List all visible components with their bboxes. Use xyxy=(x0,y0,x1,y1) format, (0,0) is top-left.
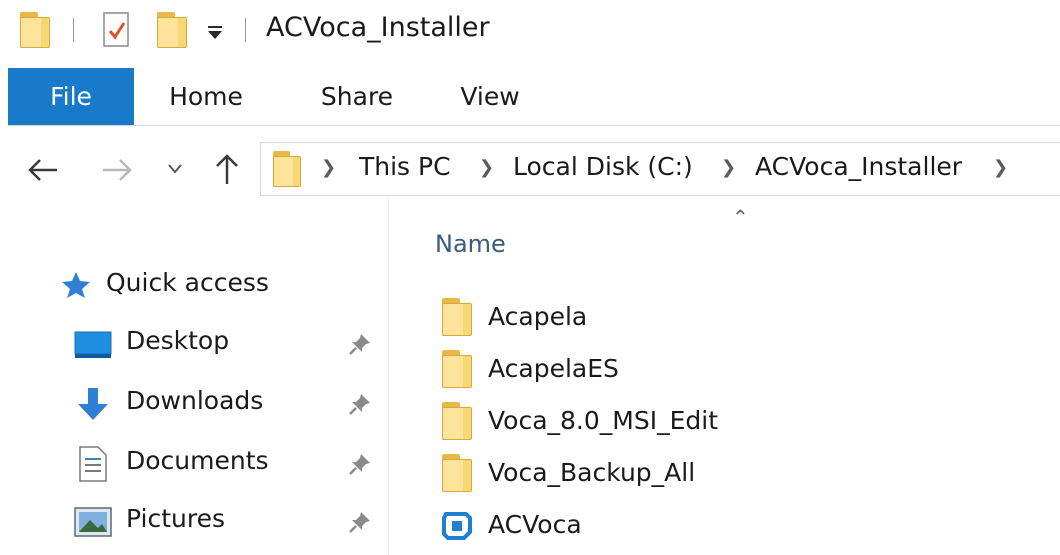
sidebar-item-pictures[interactable]: Pictures xyxy=(60,498,380,546)
desktop-icon xyxy=(74,331,112,358)
sidebar-item-label: Downloads xyxy=(126,386,264,415)
sort-ascending-icon[interactable]: ⌃ xyxy=(732,205,749,229)
breadcrumb-current-folder[interactable]: ACVoca_Installer xyxy=(755,152,962,181)
file-name: AcapelaES xyxy=(488,354,619,383)
tab-view[interactable]: View xyxy=(438,68,542,126)
list-item[interactable]: ACVoca xyxy=(434,504,1034,550)
sidebar-item-label: Pictures xyxy=(126,504,225,533)
file-name: Acapela xyxy=(488,302,588,331)
list-item[interactable]: Voca_Backup_All xyxy=(434,452,1034,498)
back-arrow-icon[interactable] xyxy=(26,155,60,185)
address-bar[interactable]: ❯ This PC ❯ Local Disk (C:) ❯ ACVoca_Ins… xyxy=(260,142,1060,196)
properties-icon[interactable] xyxy=(102,12,132,48)
breadcrumb-this-pc[interactable]: This PC xyxy=(359,152,451,181)
new-folder-icon[interactable] xyxy=(157,12,187,48)
folder-icon xyxy=(442,350,472,388)
sidebar-item-desktop[interactable]: Desktop xyxy=(60,320,380,368)
breadcrumb-chevron-icon[interactable]: ❯ xyxy=(993,157,1008,178)
sidebar-item-documents[interactable]: Documents xyxy=(60,440,380,488)
folder-icon xyxy=(442,298,472,336)
toolbar-separator xyxy=(73,18,74,42)
address-folder-icon xyxy=(273,151,301,187)
breadcrumb-chevron-icon[interactable]: ❯ xyxy=(721,157,736,178)
pin-icon[interactable] xyxy=(348,452,372,476)
pin-icon[interactable] xyxy=(348,332,372,356)
customize-toolbar-icon[interactable] xyxy=(206,24,224,42)
tab-home[interactable]: Home xyxy=(148,68,264,126)
tab-share[interactable]: Share xyxy=(298,68,416,126)
file-name: Voca_8.0_MSI_Edit xyxy=(488,406,719,435)
folder-icon xyxy=(442,454,472,492)
quick-access-star-icon xyxy=(62,272,90,298)
recent-locations-chevron-icon[interactable] xyxy=(166,162,184,176)
up-arrow-icon[interactable] xyxy=(212,152,242,186)
window-folder-icon xyxy=(20,12,50,48)
pin-icon[interactable] xyxy=(348,392,372,416)
sidebar-item-label: Documents xyxy=(126,446,269,475)
sidebar-item-downloads[interactable]: Downloads xyxy=(60,380,380,428)
breadcrumb-local-disk[interactable]: Local Disk (C:) xyxy=(513,152,693,181)
toolbar-separator xyxy=(245,18,246,42)
list-item[interactable]: Acapela xyxy=(434,296,1034,342)
pictures-icon xyxy=(74,507,112,537)
column-header-name[interactable]: Name xyxy=(435,230,506,258)
pin-icon[interactable] xyxy=(348,510,372,534)
navigation-pane-divider xyxy=(388,198,389,555)
ribbon-divider xyxy=(8,125,1060,126)
breadcrumb-chevron-icon[interactable]: ❯ xyxy=(479,157,494,178)
file-name: ACVoca xyxy=(488,510,582,539)
breadcrumb-chevron-icon[interactable]: ❯ xyxy=(321,157,336,178)
list-item[interactable]: AcapelaES xyxy=(434,348,1034,394)
window-title: ACVoca_Installer xyxy=(266,12,490,43)
downloads-icon xyxy=(78,388,108,420)
tab-file[interactable]: File xyxy=(8,68,134,126)
sidebar-item-label: Desktop xyxy=(126,326,230,355)
list-item[interactable]: Voca_8.0_MSI_Edit xyxy=(434,400,1034,446)
folder-icon xyxy=(442,402,472,440)
quick-access-label[interactable]: Quick access xyxy=(106,268,269,297)
acvoca-app-icon xyxy=(442,512,472,540)
file-name: Voca_Backup_All xyxy=(488,458,696,487)
documents-icon xyxy=(79,446,107,482)
ribbon-tabs: File Home Share View xyxy=(8,68,1060,126)
forward-arrow-icon[interactable] xyxy=(100,155,134,185)
